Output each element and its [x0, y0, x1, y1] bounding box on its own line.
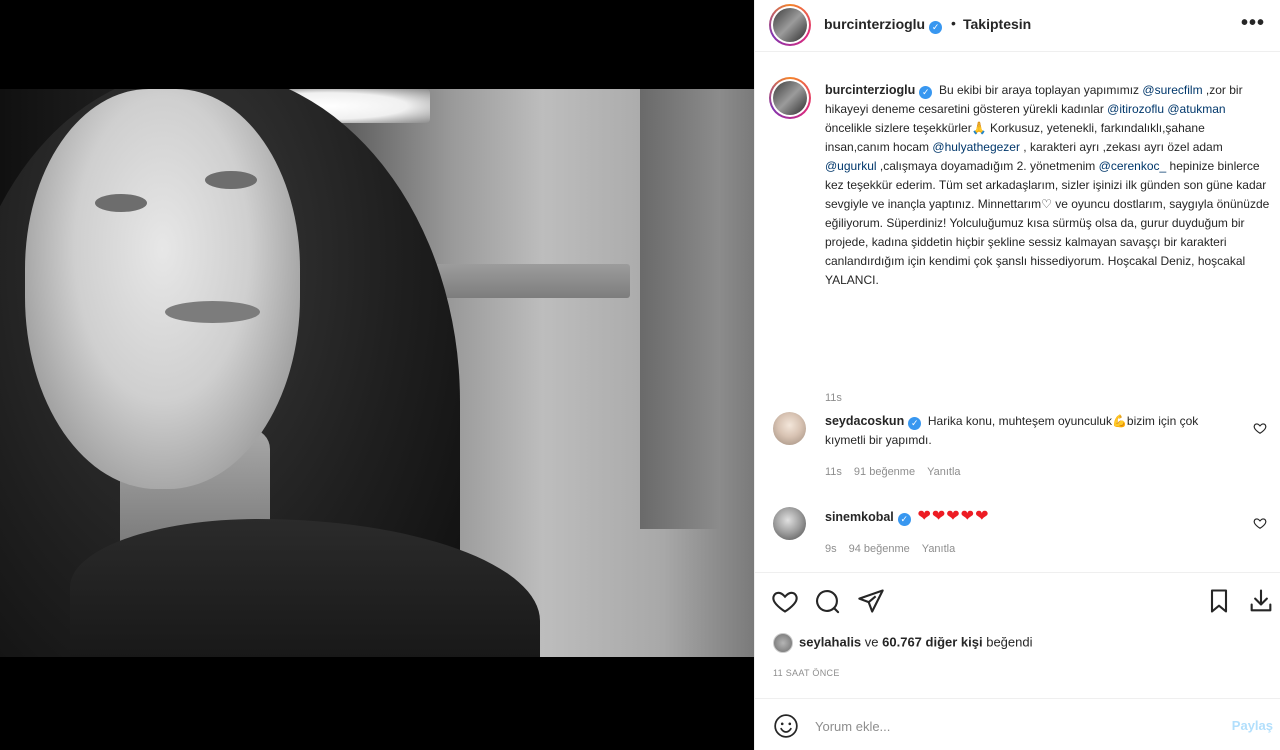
bookmark-icon[interactable]: [1205, 587, 1233, 615]
caption-mention-link[interactable]: @ugurkul: [825, 159, 877, 173]
liker-avatar[interactable]: [773, 633, 793, 653]
caption-text-fragment: Bu ekibi bir araya toplayan yapımımız: [938, 83, 1143, 97]
eye-right: [205, 171, 257, 189]
background-door: [640, 89, 720, 529]
comment-meta: 9s 94 beğenme Yanıtla: [825, 543, 967, 555]
comment-reply[interactable]: Yanıtla: [927, 466, 960, 478]
caption-mention-link[interactable]: @cerenkoc_: [1099, 159, 1167, 173]
caption-text-fragment: hepinize binlerce kez teşekkür ederim. T…: [825, 159, 1270, 287]
caption-text: burcinterzioglu ✓ Bu ekibi bir araya topl…: [825, 81, 1271, 290]
verified-badge-icon: ✓: [919, 86, 933, 99]
comment-text: sinemkobal ✓ ❤❤❤❤❤: [825, 507, 1225, 527]
caption-text-fragment: , karakteri ayrı ,zekası ayrı özel adam: [1019, 140, 1223, 154]
caption-text-fragment: ,calışmaya doyamadığım 2. yönetmenim: [876, 159, 1099, 173]
more-options-icon[interactable]: •••: [1241, 12, 1265, 35]
comment-icon[interactable]: [813, 587, 841, 615]
commenter-avatar[interactable]: [773, 412, 806, 445]
caption-timestamp[interactable]: 11s: [825, 392, 842, 404]
post-actions-bar: [755, 585, 1280, 619]
jacket-shape: [70, 519, 540, 657]
comment-like-heart-icon[interactable]: [1253, 516, 1267, 530]
post-side-panel: burcinterzioglu ✓ • Takiptesin ••• burcin…: [754, 0, 1280, 750]
commenter-username[interactable]: sinemkobal ✓: [825, 510, 911, 526]
separator-dot: •: [951, 15, 956, 31]
author-avatar[interactable]: [769, 4, 811, 46]
caption-mention-link[interactable]: @hulyathegezer: [932, 140, 1020, 154]
face-shape: [25, 89, 300, 489]
eye-left: [95, 194, 147, 212]
post-media-panel: [0, 0, 754, 750]
verified-badge-icon: ✓: [908, 417, 922, 430]
add-comment-bar: Paylaş: [755, 698, 1280, 750]
comments-section[interactable]: burcinterzioglu ✓ Bu ekibi bir araya topl…: [755, 53, 1280, 573]
caption-mention-link[interactable]: @surecfilm: [1142, 83, 1202, 97]
paper-plane-icon[interactable]: [857, 587, 885, 615]
comment-text: seydacoskun ✓ Harika konu, muhteşem oyunc…: [825, 414, 1199, 447]
comment-reply[interactable]: Yanıtla: [922, 543, 955, 555]
post-timestamp[interactable]: 11 SAAT ÖNCE: [773, 668, 840, 678]
caption-username[interactable]: burcinterzioglu ✓: [825, 83, 933, 99]
author-username[interactable]: burcinterzioglu ✓: [824, 16, 943, 34]
commenter-avatar[interactable]: [773, 507, 806, 540]
caption-mention-link[interactable]: @itirozoflu: [1107, 102, 1164, 116]
comment-like-heart-icon[interactable]: [1253, 421, 1267, 435]
caption-avatar[interactable]: [769, 77, 811, 119]
likes-summary[interactable]: seylahalis ve 60.767 diğer kişi beğendi: [773, 633, 1033, 655]
post-header: burcinterzioglu ✓ • Takiptesin •••: [755, 0, 1280, 52]
comment-time[interactable]: 9s: [825, 543, 837, 555]
heart-icon[interactable]: [771, 587, 799, 615]
comment-likes[interactable]: 94 beğenme: [849, 543, 910, 555]
commenter-username[interactable]: seydacoskun ✓: [825, 414, 922, 430]
heart-emojis: ❤❤❤❤❤: [917, 508, 990, 525]
lips: [165, 301, 260, 323]
caption-mention-link[interactable]: @atukman: [1167, 102, 1225, 116]
comment-time[interactable]: 11s: [825, 466, 842, 478]
post-comment-button[interactable]: Paylaş: [1232, 718, 1273, 733]
verified-badge-icon: ✓: [897, 513, 911, 526]
verified-badge-icon: ✓: [929, 21, 943, 34]
caption-content: Bu ekibi bir araya toplayan yapımımız @s…: [825, 83, 1269, 287]
comment-input[interactable]: [815, 713, 1195, 739]
comment-meta: 11s 91 beğenme Yanıtla: [825, 466, 973, 478]
following-status-button[interactable]: Takiptesin: [963, 16, 1031, 32]
comment-likes[interactable]: 91 beğenme: [854, 466, 915, 478]
post-photo[interactable]: [0, 89, 754, 657]
download-icon[interactable]: [1247, 587, 1275, 615]
smiley-icon[interactable]: [773, 713, 799, 739]
